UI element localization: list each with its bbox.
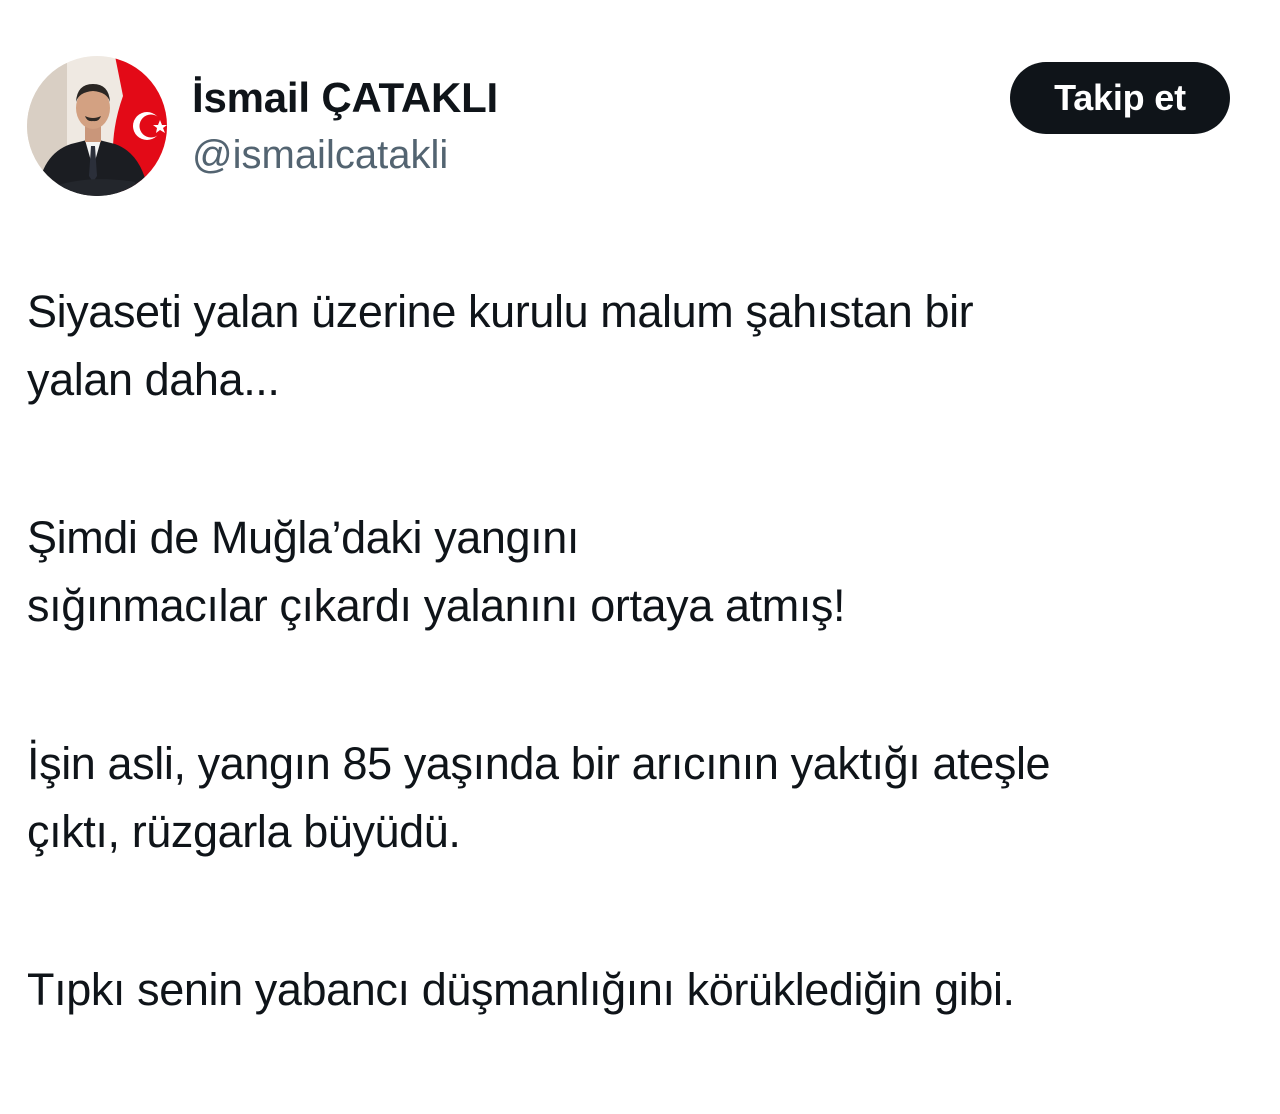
handle[interactable]: @ismailcatakli (192, 130, 498, 180)
tweet-paragraph-1: Siyaseti yalan üzerine kurulu malum şahı… (27, 278, 1267, 414)
tweet-line: İşin asli, yangın 85 yaşında bir arıcını… (27, 738, 1051, 789)
follow-button[interactable]: Takip et (1010, 62, 1230, 134)
avatar[interactable] (27, 56, 167, 196)
tweet-line: yalan daha... (27, 354, 280, 405)
tweet-paragraph-4: Tıpkı senin yabancı düşmanlığını körükle… (27, 956, 1267, 1024)
tweet-header: İsmail ÇATAKLI @ismailcatakli Takip et (27, 56, 1232, 198)
tweet-line: sığınmacılar çıkardı yalanını ortaya atm… (27, 580, 846, 631)
profile-photo-icon (27, 56, 167, 196)
tweet-paragraph-2: Şimdi de Muğla’daki yangını sığınmacılar… (27, 504, 1267, 640)
display-name[interactable]: İsmail ÇATAKLI (192, 72, 498, 124)
author-names: İsmail ÇATAKLI @ismailcatakli (192, 72, 498, 180)
tweet-card: İsmail ÇATAKLI @ismailcatakli Takip et S… (0, 0, 1280, 1045)
tweet-line: Şimdi de Muğla’daki yangını (27, 512, 580, 563)
tweet-paragraph-3: İşin asli, yangın 85 yaşında bir arıcını… (27, 730, 1267, 866)
tweet-line: Siyaseti yalan üzerine kurulu malum şahı… (27, 286, 974, 337)
tweet-line: Tıpkı senin yabancı düşmanlığını körükle… (27, 964, 1015, 1015)
tweet-line: çıktı, rüzgarla büyüdü. (27, 806, 461, 857)
tweet-text: Siyaseti yalan üzerine kurulu malum şahı… (27, 278, 1267, 1114)
